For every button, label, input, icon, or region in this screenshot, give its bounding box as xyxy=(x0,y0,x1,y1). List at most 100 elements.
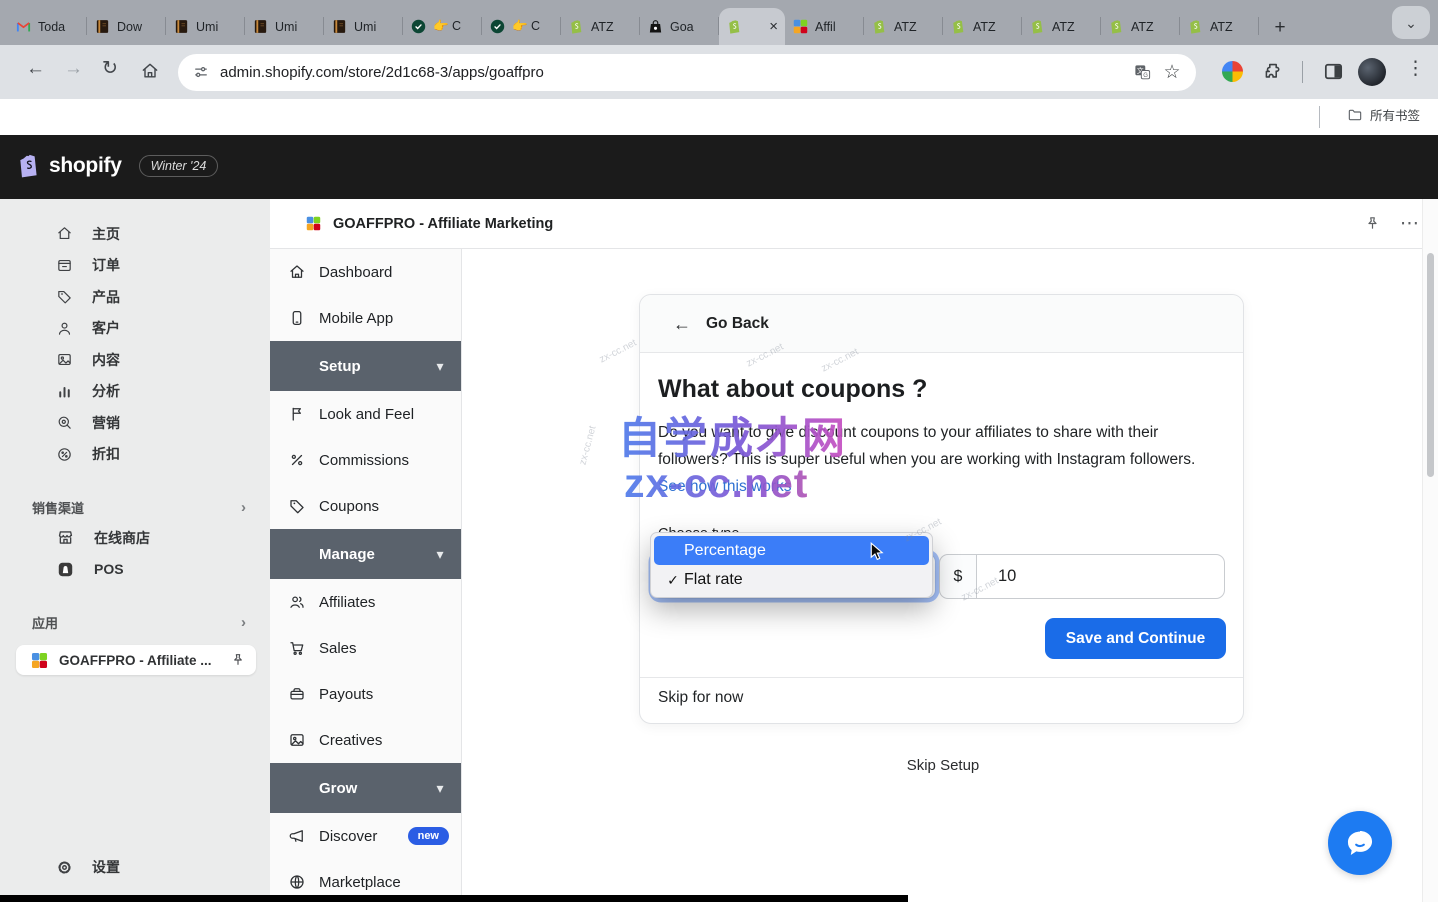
home-icon[interactable] xyxy=(140,61,160,81)
chevron-down-icon: ▾ xyxy=(431,357,449,375)
sidebar-item[interactable]: 分析 xyxy=(0,376,270,408)
reload-icon[interactable]: ↻ xyxy=(102,59,118,78)
sidebar-item[interactable]: 主页 xyxy=(0,218,270,250)
pin-icon[interactable] xyxy=(1364,215,1381,232)
sidebar-channel-item[interactable]: POS xyxy=(0,554,270,586)
skip-for-now-button[interactable]: Skip for now xyxy=(658,689,743,707)
browser-tab[interactable]: ATZ × xyxy=(1022,8,1101,45)
close-icon[interactable]: × xyxy=(769,19,778,34)
app-nav-item[interactable]: Coupons xyxy=(270,483,461,529)
go-back-button[interactable]: ← Go Back xyxy=(640,295,1243,353)
browser-tab[interactable]: ATZ × xyxy=(1101,8,1180,45)
browser-tab[interactable]: ATZ × xyxy=(864,8,943,45)
tab-title: ATZ xyxy=(1131,20,1173,34)
browser-tab[interactable]: Dow × xyxy=(87,8,166,45)
browser-tab[interactable]: ATZ × xyxy=(561,8,640,45)
app-nav-label: Commissions xyxy=(319,452,409,469)
scrollbar-thumb[interactable] xyxy=(1427,253,1434,477)
browser-tab[interactable]: Umi × xyxy=(324,8,403,45)
app-nav-item[interactable]: Commissions xyxy=(270,437,461,483)
browser-tab[interactable]: ATZ × xyxy=(1180,8,1259,45)
app-nav-item[interactable]: Dashboard xyxy=(270,249,461,295)
coupon-amount-group: $ xyxy=(939,554,1225,599)
all-bookmarks-button[interactable]: 所有书签 xyxy=(1347,105,1420,124)
app-nav-item[interactable]: Creatives xyxy=(270,717,461,763)
option-label: Flat rate xyxy=(684,571,743,589)
app-nav-label: Discover xyxy=(319,828,377,845)
extensions-puzzle-icon[interactable] xyxy=(1262,60,1284,82)
greenapp-icon xyxy=(410,18,427,35)
address-bar[interactable]: admin.shopify.com/store/2d1c68-3/apps/go… xyxy=(178,54,1196,91)
dropdown-option[interactable]: ✓ Percentage xyxy=(654,536,929,565)
sidebar-item[interactable]: 折扣 xyxy=(0,439,270,471)
sidebar-item-settings[interactable]: 设置 xyxy=(0,851,270,883)
browser-tab-bar: Toda × Dow × Umi × Umi × Umi × 👉 C xyxy=(0,0,1438,45)
dialog-divider xyxy=(640,677,1243,678)
see-how-link[interactable]: See how this works xyxy=(658,478,792,495)
browser-menu-icon[interactable]: ⋮ xyxy=(1406,59,1425,78)
megaphone-icon xyxy=(288,827,306,845)
pin-icon[interactable] xyxy=(230,652,246,668)
app-nav-item[interactable]: Discover new xyxy=(270,813,461,859)
sidebar-item[interactable]: 订单 xyxy=(0,250,270,282)
extension-colorwheel-icon[interactable] xyxy=(1222,61,1243,82)
app-nav-label: Dashboard xyxy=(319,264,392,281)
dialog-body: Do you want to give discount coupons to … xyxy=(658,419,1220,500)
site-info-icon[interactable] xyxy=(192,63,210,81)
chevron-right-icon: › xyxy=(241,615,246,630)
browser-tab[interactable]: ATZ × xyxy=(943,8,1022,45)
profile-avatar[interactable] xyxy=(1358,58,1386,86)
app-nav-label: Look and Feel xyxy=(319,406,414,423)
browser-tab[interactable]: 👉 C × xyxy=(403,8,482,45)
app-nav-item[interactable]: Setup ▾ xyxy=(270,341,461,391)
mouse-cursor xyxy=(866,540,887,563)
back-icon[interactable]: ← xyxy=(26,59,45,78)
more-options-icon[interactable]: ⋯ xyxy=(1401,215,1418,232)
shopify-icon xyxy=(950,18,967,35)
tab-title: Dow xyxy=(117,20,159,34)
app-nav-item[interactable]: Look and Feel xyxy=(270,391,461,437)
coupon-type-dropdown: ✓ Percentage ✓ Flat rate xyxy=(650,532,933,598)
app-title: GOAFFPRO - Affiliate Marketing xyxy=(333,216,1344,232)
tab-title: Umi xyxy=(275,20,317,34)
app-nav-item[interactable]: Mobile App xyxy=(270,295,461,341)
apps-header[interactable]: 应用 › xyxy=(0,607,270,637)
browser-tab[interactable]: Umi × xyxy=(245,8,324,45)
sidebar-item-goaffpro[interactable]: GOAFFPRO - Affiliate ... xyxy=(16,645,256,675)
chat-widget-button[interactable] xyxy=(1328,811,1392,875)
sidebar-item[interactable]: 内容 xyxy=(0,344,270,376)
shopify-icon xyxy=(1029,18,1046,35)
sidebar-item-label: 客户 xyxy=(92,318,120,338)
app-nav-label: Payouts xyxy=(319,686,373,703)
browser-tab[interactable]: × xyxy=(719,8,785,45)
app-nav-item[interactable]: Payouts xyxy=(270,671,461,717)
new-badge: new xyxy=(408,827,449,845)
tab-search-button[interactable]: ⌄ xyxy=(1392,6,1430,39)
bookmark-star-icon[interactable]: ☆ xyxy=(1162,62,1182,82)
app-nav-item[interactable]: Manage ▾ xyxy=(270,529,461,579)
save-and-continue-button[interactable]: Save and Continue xyxy=(1045,618,1226,659)
tag-icon xyxy=(288,497,306,515)
side-panel-icon[interactable] xyxy=(1322,60,1345,83)
translate-icon[interactable]: 文G xyxy=(1133,63,1152,82)
browser-tab[interactable]: Affil × xyxy=(785,8,864,45)
sidebar-item[interactable]: 产品 xyxy=(0,281,270,313)
app-nav-item[interactable]: Affiliates xyxy=(270,579,461,625)
coupon-amount-input[interactable] xyxy=(976,554,1225,599)
shopify-logo[interactable]: shopify Winter '24 xyxy=(16,151,218,180)
browser-tab[interactable]: Umi × xyxy=(166,8,245,45)
sidebar-item[interactable]: 客户 xyxy=(0,313,270,345)
skip-setup-button[interactable]: Skip Setup xyxy=(462,757,1424,774)
sidebar-item[interactable]: 营销 xyxy=(0,407,270,439)
dropdown-option[interactable]: ✓ Flat rate xyxy=(654,565,929,594)
sales-channels-header[interactable]: 销售渠道 › xyxy=(0,492,270,522)
app-nav-item[interactable]: Sales xyxy=(270,625,461,671)
new-tab-button[interactable]: + xyxy=(1265,12,1295,42)
browser-tab[interactable]: Goa × xyxy=(640,8,719,45)
browser-tab[interactable]: Toda × xyxy=(8,8,87,45)
forward-icon[interactable]: → xyxy=(64,59,83,78)
browser-tab[interactable]: 👉 C × xyxy=(482,8,561,45)
sidebar-channel-item[interactable]: 在线商店 xyxy=(0,522,270,554)
url-text[interactable]: admin.shopify.com/store/2d1c68-3/apps/go… xyxy=(220,64,1123,81)
app-nav-item[interactable]: Grow ▾ xyxy=(270,763,461,813)
